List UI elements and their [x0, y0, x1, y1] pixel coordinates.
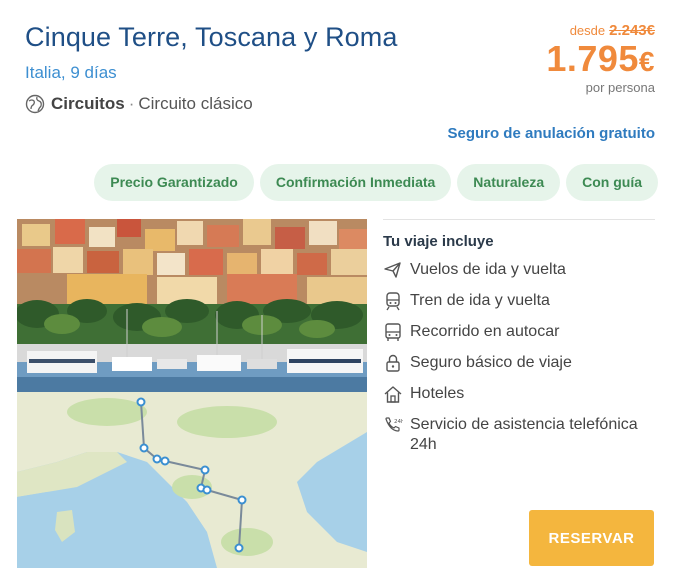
- price-amount: 1.795: [546, 38, 639, 79]
- bus-icon: [385, 323, 401, 341]
- include-item-label: Hoteles: [410, 385, 465, 402]
- current-price: 1.795€: [546, 40, 655, 81]
- lock-icon: [386, 354, 400, 372]
- house-icon: [384, 386, 402, 403]
- cancel-insurance-link[interactable]: Seguro de anulación gratuito: [447, 125, 655, 142]
- include-item-label: Servicio de asistencia telefónica 24h: [410, 416, 638, 453]
- price-from-label: desde: [569, 23, 606, 38]
- tag-nature: Naturaleza: [457, 164, 561, 201]
- train-icon: [386, 292, 400, 311]
- trip-includes: Tu viaje incluye Vuelos de ida y vuelta …: [383, 233, 663, 466]
- include-item-bus: Recorrido en autocar: [383, 322, 663, 342]
- reserve-button[interactable]: RESERVAR: [529, 510, 654, 566]
- includes-divider: [383, 219, 655, 220]
- price-per-person: por persona: [585, 80, 655, 95]
- include-item-label: Tren de ida y vuelta: [410, 292, 550, 309]
- trip-type-bold: Circuitos: [51, 94, 125, 113]
- include-item-insurance: Seguro básico de viaje: [383, 353, 663, 373]
- phone-24h-icon: 24h: [385, 417, 403, 432]
- trip-type-separator: ·: [128, 94, 135, 113]
- globe-icon: [25, 94, 45, 114]
- include-item-flights: Vuelos de ida y vuelta: [383, 260, 663, 280]
- old-price: 2.243€: [609, 22, 655, 39]
- include-item-train: Tren de ida y vuelta: [383, 291, 663, 311]
- trip-subtitle: Italia, 9 días: [25, 63, 117, 82]
- price-box: desde 2.243€ 1.795€ por persona: [546, 22, 655, 95]
- includes-heading: Tu viaje incluye: [383, 233, 494, 250]
- trip-type-row: Circuitos · Circuito clásico: [25, 94, 253, 114]
- svg-text:24h: 24h: [394, 419, 403, 425]
- include-item-hotels: Hoteles: [383, 384, 663, 404]
- plane-icon: [384, 262, 401, 278]
- include-item-label: Recorrido en autocar: [410, 323, 560, 340]
- tag-price-guaranteed: Precio Garantizado: [94, 164, 254, 201]
- route-map[interactable]: [17, 392, 367, 568]
- include-item-label: Seguro básico de viaje: [410, 354, 572, 371]
- trip-type-text: Circuito clásico: [138, 94, 253, 113]
- trip-photo[interactable]: [17, 219, 367, 392]
- tag-instant-confirmation: Confirmación Inmediata: [259, 164, 452, 201]
- trip-title[interactable]: Cinque Terre, Toscana y Roma: [25, 22, 398, 53]
- tags-row: Precio Garantizado Confirmación Inmediat…: [94, 164, 658, 201]
- tag-with-guide: Con guía: [566, 164, 658, 201]
- include-item-label: Vuelos de ida y vuelta: [410, 261, 566, 278]
- include-item-assistance: 24h Servicio de asistencia telefónica 24…: [383, 415, 663, 455]
- price-currency: €: [638, 46, 655, 77]
